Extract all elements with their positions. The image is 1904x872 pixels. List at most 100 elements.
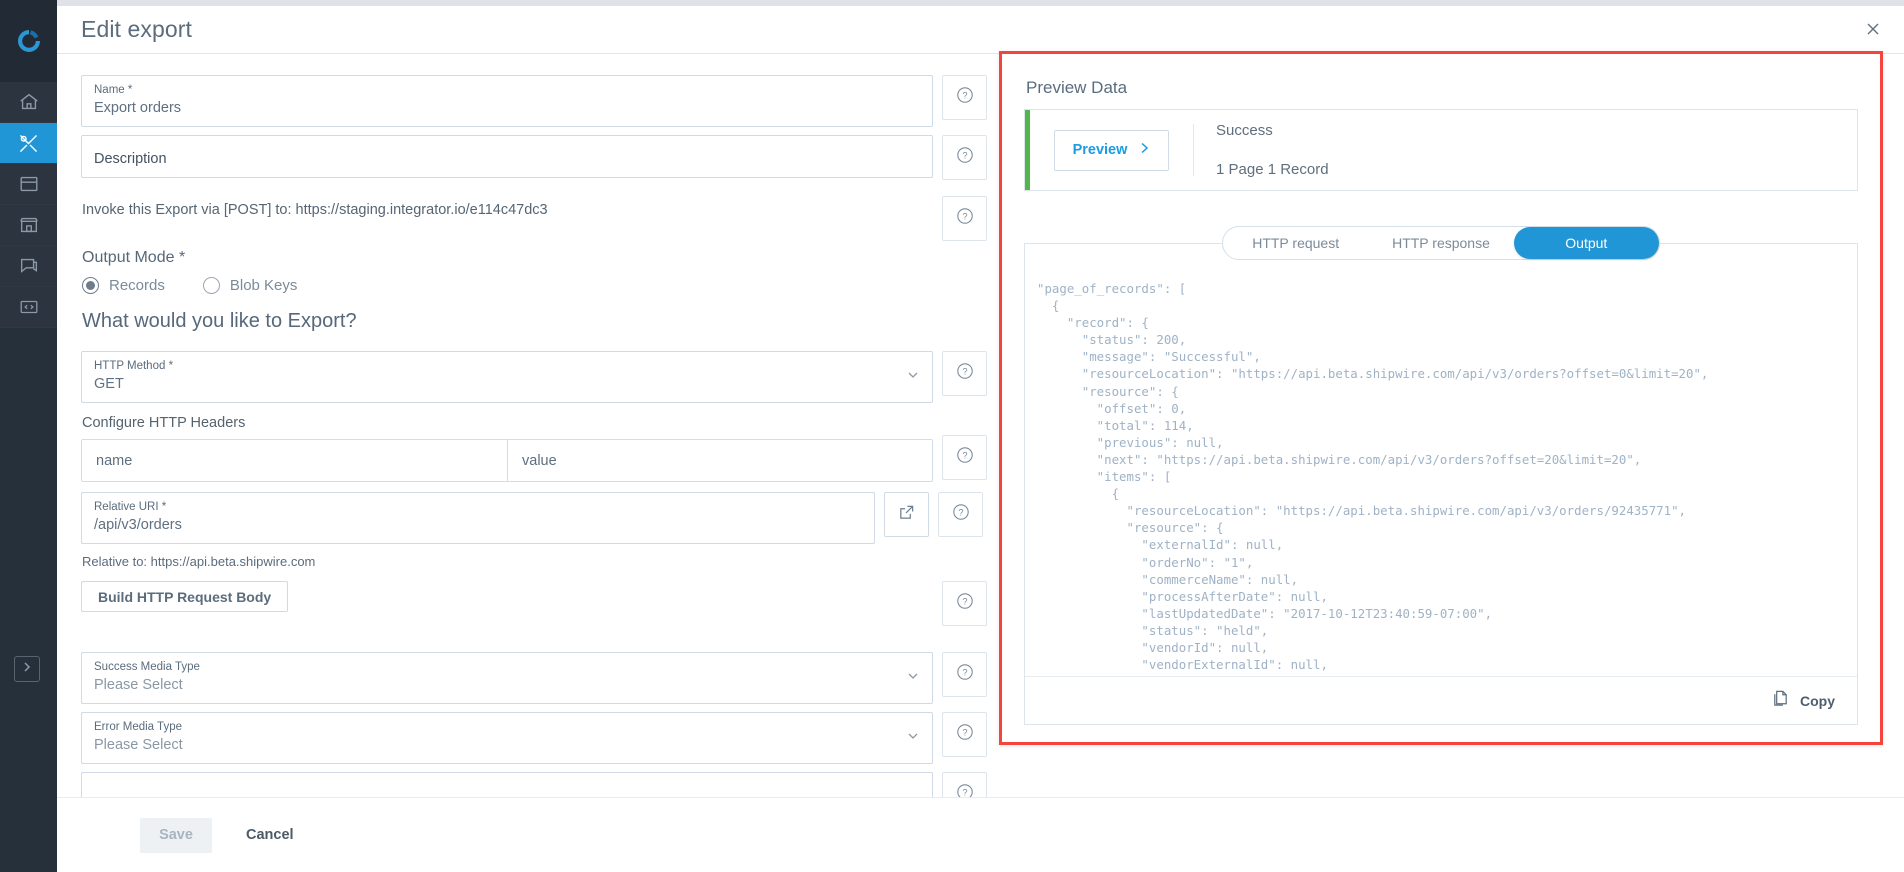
preview-status-box: Preview Success 1 Page 1 Record [1024, 109, 1858, 191]
svg-text:?: ? [962, 451, 967, 461]
description-field-row: Description ? [81, 135, 1067, 180]
copy-icon [1771, 689, 1790, 713]
sidebar-item-developer[interactable] [0, 287, 57, 328]
sidebar-item-home[interactable] [0, 82, 57, 123]
footer-right-strip [1067, 797, 1904, 872]
partial-help-button[interactable]: ? [942, 772, 987, 797]
sidebar-item-marketplace[interactable] [0, 205, 57, 246]
header-value-cell[interactable]: value [508, 440, 932, 481]
preview-data-title: Preview Data [1026, 78, 1128, 97]
description-field[interactable]: Description [81, 135, 933, 178]
cancel-button[interactable]: Cancel [246, 827, 294, 843]
invoke-help-button[interactable]: ? [942, 196, 987, 241]
radio-records[interactable]: Records [82, 277, 165, 294]
dialog-footer: Save Cancel [57, 797, 1067, 872]
http-method-value: GET [94, 376, 124, 392]
output-mode-radios: Records Blob Keys [82, 277, 1067, 294]
error-media-type-help-button[interactable]: ? [942, 712, 987, 757]
preview-button-wrap: Preview [1030, 110, 1193, 190]
question-mark-icon: ? [956, 783, 974, 797]
status-badge: Success [1216, 122, 1273, 139]
tools-icon [17, 132, 40, 155]
relative-uri-field[interactable]: Relative URI * /api/v3/orders [81, 492, 875, 544]
dialog-header: Edit export [57, 6, 1904, 54]
build-body-help-button[interactable]: ? [942, 581, 987, 626]
chat-icon [18, 255, 40, 277]
question-mark-icon: ? [956, 446, 974, 469]
http-method-label: HTTP Method * [94, 360, 174, 372]
relative-uri-open-button[interactable] [884, 492, 929, 537]
success-media-type-row: Success Media Type Please Select ? [81, 652, 1067, 704]
http-method-row: HTTP Method * GET ? [81, 351, 1067, 403]
output-mode-label: Output Mode * [82, 249, 186, 266]
question-mark-icon: ? [956, 592, 974, 615]
sidebar-item-connections[interactable] [0, 164, 57, 205]
sidebar-item-support[interactable] [0, 246, 57, 287]
svg-text:?: ? [962, 367, 967, 377]
sidebar-item-tools[interactable] [0, 123, 57, 164]
radio-blob-keys-label: Blob Keys [229, 277, 298, 294]
radio-blob-keys[interactable]: Blob Keys [202, 277, 298, 294]
invoke-text-wrap: Invoke this Export via [POST] to: https:… [81, 188, 933, 234]
tab-output[interactable]: Output [1513, 227, 1659, 259]
copy-button[interactable]: Copy [1771, 689, 1835, 713]
invoke-url-text: Invoke this Export via [POST] to: https:… [82, 202, 548, 218]
header-name-cell[interactable]: name [82, 440, 508, 481]
status-text-wrap: Success 1 Page 1 Record [1194, 110, 1857, 190]
box-icon [18, 173, 40, 195]
svg-text:?: ? [962, 597, 967, 607]
chevron-right-icon [21, 660, 33, 678]
output-json-box: "page_of_records": [ { "record": { "stat… [1024, 243, 1858, 725]
question-mark-icon: ? [956, 362, 974, 385]
name-field[interactable]: Name * Export orders [81, 75, 933, 127]
build-http-request-body-button[interactable]: Build HTTP Request Body [81, 581, 289, 612]
success-media-type-label: Success Media Type [94, 661, 200, 673]
chevron-down-icon[interactable] [906, 669, 920, 688]
preview-button-label: Preview [1072, 142, 1128, 158]
output-json-scroll[interactable]: "page_of_records": [ { "record": { "stat… [1025, 244, 1857, 676]
save-button[interactable]: Save [140, 817, 212, 853]
chevron-right-icon [1138, 141, 1150, 160]
app-logo[interactable] [0, 0, 57, 82]
preview-data-panel: Preview Data Preview Success 1 Page 1 Re… [1002, 54, 1880, 742]
success-media-type-help-button[interactable]: ? [942, 652, 987, 697]
tab-http-response[interactable]: HTTP response [1368, 227, 1513, 259]
chevron-down-icon[interactable] [906, 368, 920, 387]
partial-field[interactable] [81, 772, 933, 797]
tab-http-request[interactable]: HTTP request [1223, 227, 1368, 259]
chevron-down-icon[interactable] [906, 729, 920, 748]
relative-uri-value: /api/v3/orders [94, 517, 182, 533]
edit-export-screen: Edit export Name * Export orders ? Descr… [0, 0, 1904, 872]
page-title: Edit export [81, 16, 193, 42]
name-help-button[interactable]: ? [942, 75, 987, 120]
question-mark-icon: ? [956, 207, 974, 230]
preview-button[interactable]: Preview [1054, 129, 1169, 171]
left-nav-rail [0, 0, 57, 872]
error-media-type-select[interactable]: Error Media Type Please Select [81, 712, 933, 764]
close-button[interactable] [1862, 20, 1884, 42]
svg-text:?: ? [962, 668, 967, 678]
rail-spacer [0, 328, 57, 872]
description-help-button[interactable]: ? [942, 135, 987, 180]
preview-data-panel-highlight: Preview Data Preview Success 1 Page 1 Re… [999, 51, 1883, 745]
success-media-type-value: Please Select [94, 677, 183, 693]
description-field-value: Description [94, 151, 167, 167]
name-field-row: Name * Export orders ? [81, 75, 1067, 127]
output-json-text: "page_of_records": [ { "record": { "stat… [1037, 281, 1709, 673]
export-question-heading: What would you like to Export? [82, 310, 357, 332]
relative-uri-help-button[interactable]: ? [938, 492, 983, 537]
headers-help-button[interactable]: ? [942, 435, 987, 480]
http-method-select[interactable]: HTTP Method * GET [81, 351, 933, 403]
export-form: Name * Export orders ? Description ? Inv… [57, 55, 1067, 797]
error-media-type-value: Please Select [94, 737, 183, 753]
partial-field-row: ? [81, 772, 1067, 797]
relative-uri-row: Relative URI * /api/v3/orders ? [81, 492, 1067, 544]
rail-expand-button[interactable] [14, 656, 40, 682]
svg-text:?: ? [962, 728, 967, 738]
question-mark-icon: ? [956, 663, 974, 686]
close-icon [1865, 21, 1881, 42]
marketplace-icon [18, 214, 40, 236]
preview-tabs: HTTP request HTTP response Output [1222, 226, 1660, 260]
http-method-help-button[interactable]: ? [942, 351, 987, 396]
success-media-type-select[interactable]: Success Media Type Please Select [81, 652, 933, 704]
